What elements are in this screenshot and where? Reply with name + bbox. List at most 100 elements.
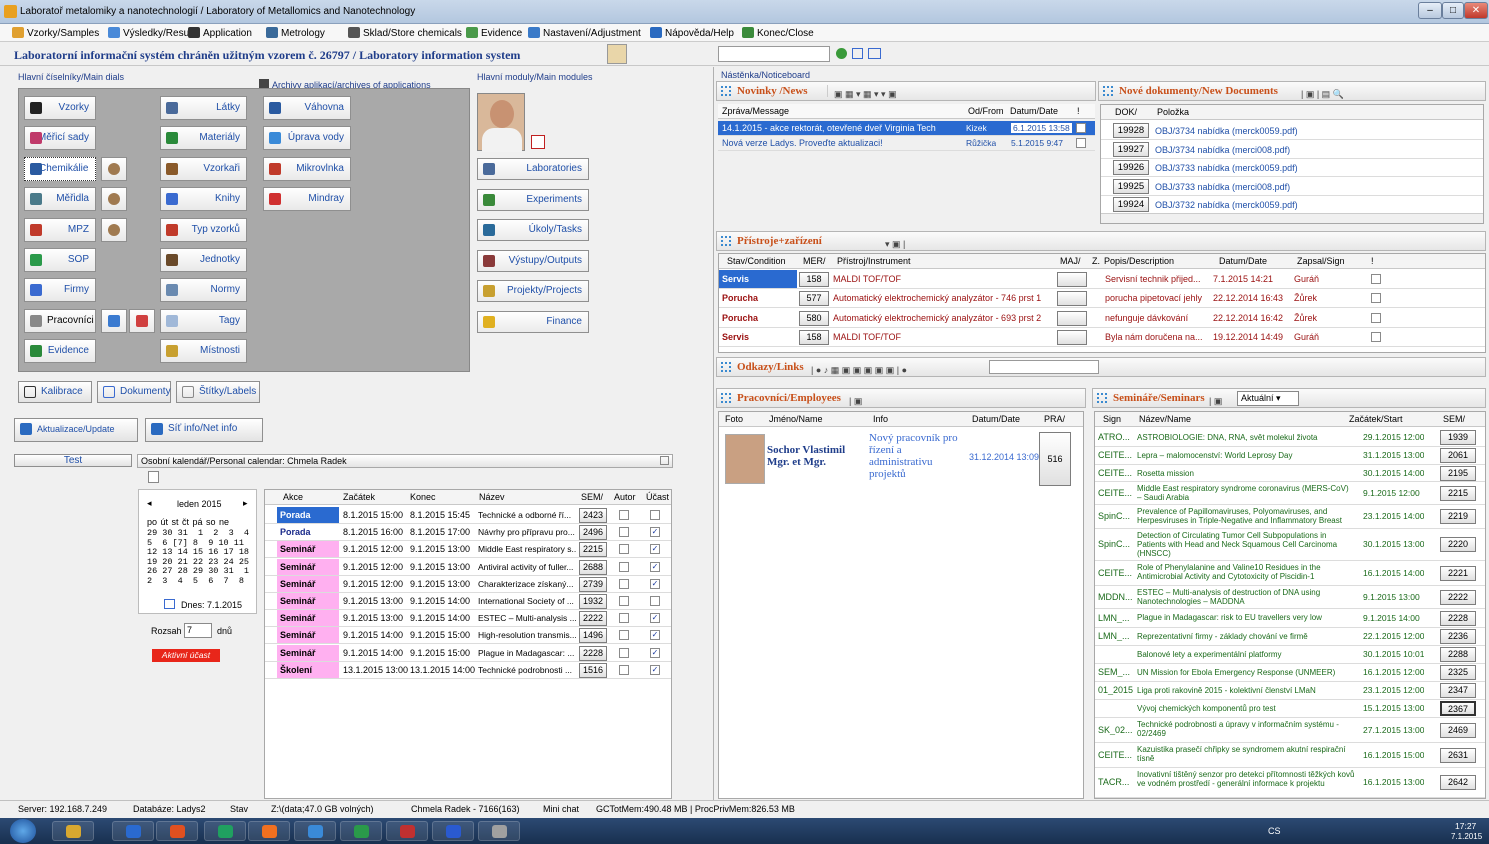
calendar-week-5[interactable]: 2 3 4 5 6 7 8 bbox=[147, 576, 249, 587]
calendar-autor-checkbox[interactable] bbox=[619, 510, 629, 520]
news-grid[interactable]: Zpráva/Message Od/From Datum/Date! 14.1.201… bbox=[718, 104, 1095, 224]
instrument-row[interactable]: Servis 158 MALDI TOF/TOF Byla nám doručena … bbox=[719, 328, 1485, 347]
module-1[interactable]: Experiments bbox=[477, 188, 589, 211]
seminar-row[interactable]: MDDN... ESTEC – Multi-analysis of destruc… bbox=[1095, 586, 1485, 609]
dial-vzorky[interactable]: Vzorky bbox=[24, 96, 96, 120]
instrument-mer-button[interactable]: 158 bbox=[799, 329, 829, 345]
taskbar-app-3[interactable] bbox=[204, 821, 246, 841]
system-logo-icon[interactable] bbox=[607, 44, 627, 64]
seminar-row[interactable]: SpinC... Detection of Circulating Tumor C… bbox=[1095, 529, 1485, 561]
calendar-autor-checkbox[interactable] bbox=[619, 527, 629, 538]
minimize-button[interactable]: – bbox=[1418, 2, 1442, 19]
calendar-row[interactable]: Seminář 9.1.2015 13:00 9.1.2015 14:00 ESTEC… bbox=[265, 610, 671, 628]
seminar-name[interactable]: Reprezentativní firmy - základy chování … bbox=[1137, 632, 1355, 641]
dial-materiály[interactable]: Materiály bbox=[160, 126, 247, 151]
document-row[interactable]: 19927 OBJ/3734 nabídka (merci008.pdf) bbox=[1101, 141, 1483, 159]
status-chat[interactable]: Mini chat bbox=[543, 804, 579, 814]
dial-vzorkaři[interactable]: Vzorkaři bbox=[160, 156, 247, 181]
seminar-sem-button[interactable]: 2631 bbox=[1440, 747, 1476, 763]
menu-item-7[interactable]: Nápověda/Help bbox=[650, 27, 734, 39]
test-button[interactable]: Test bbox=[14, 454, 132, 467]
seminar-row[interactable]: ATRO... ASTROBIOLOGIE: DNA, RNA, svět mol… bbox=[1095, 429, 1485, 447]
calendar-today[interactable]: Dnes: 7.1.2015 bbox=[181, 600, 242, 610]
seminar-row[interactable]: CEITE... Kazuistika prasečí chřipky se sy… bbox=[1095, 743, 1485, 768]
stitky-button[interactable]: Štítky/Labels bbox=[176, 381, 260, 403]
menu-item-4[interactable]: Sklad/Store chemicals bbox=[348, 27, 462, 39]
dial-látky[interactable]: Látky bbox=[160, 96, 247, 120]
taskbar-app-4[interactable] bbox=[248, 821, 290, 841]
calendar-ucast-checkbox[interactable]: ✓ bbox=[650, 613, 660, 624]
seminar-name[interactable]: UN Mission for Ebola Emergency Response … bbox=[1137, 668, 1355, 677]
calendar-row[interactable]: Seminář 9.1.2015 14:00 9.1.2015 15:00 High-… bbox=[265, 627, 671, 645]
menu-item-3[interactable]: Metrology bbox=[266, 27, 325, 39]
menu-item-8[interactable]: Konec/Close bbox=[742, 27, 814, 39]
tray-date[interactable]: 7.1.2015 bbox=[1451, 832, 1482, 841]
instrument-flag-checkbox[interactable] bbox=[1371, 312, 1381, 323]
instrument-maj-button[interactable] bbox=[1057, 272, 1087, 287]
tray-language[interactable]: CS bbox=[1268, 826, 1281, 836]
seminar-name[interactable]: Technické podrobnosti a úpravy v informa… bbox=[1137, 720, 1355, 738]
seminar-name[interactable]: Inovativní tištěný senzor pro detekci př… bbox=[1137, 770, 1355, 788]
calendar-ucast-checkbox[interactable]: ✓ bbox=[650, 664, 660, 675]
instrument-maj-button[interactable] bbox=[1057, 329, 1087, 345]
instrument-flag-checkbox[interactable] bbox=[1371, 331, 1381, 342]
calendar-sem-button[interactable]: 2228 bbox=[579, 645, 607, 661]
calendar-sem-button[interactable]: 2423 bbox=[579, 508, 607, 523]
calendar-sem-button[interactable]: 1496 bbox=[579, 628, 607, 644]
seminar-sem-button[interactable]: 2288 bbox=[1440, 647, 1476, 662]
taskbar-app-9[interactable] bbox=[478, 821, 520, 841]
seminar-name[interactable]: Plague in Madagascar: risk to EU travell… bbox=[1137, 613, 1355, 622]
calendar-row[interactable]: Školení 13.1.2015 13:00 13.1.2015 14:00 Tec… bbox=[265, 661, 671, 679]
calendar-autor-checkbox[interactable] bbox=[619, 578, 629, 589]
dial-místnosti[interactable]: Místnosti bbox=[160, 339, 247, 364]
links-toolbar-icons[interactable]: | ● ♪ ▦ ▣ ▣ ▣ ▣ ▣ | ● bbox=[811, 361, 907, 379]
seminar-sem-button[interactable]: 2228 bbox=[1440, 610, 1476, 626]
seminar-row[interactable]: Balonové lety a experimentální platformy… bbox=[1095, 646, 1485, 664]
document-item[interactable]: OBJ/3734 nabídka (merck0059.pdf) bbox=[1155, 126, 1298, 136]
instrument-maj-button[interactable] bbox=[1057, 291, 1087, 307]
calendar-ucast-checkbox[interactable]: ✓ bbox=[650, 544, 660, 555]
taskbar-app-0[interactable] bbox=[52, 821, 94, 841]
calendar-ucast-checkbox[interactable]: ✓ bbox=[650, 561, 660, 572]
quick-search-input[interactable] bbox=[718, 46, 830, 62]
pracovnici-icon-button[interactable] bbox=[101, 308, 127, 333]
menu-item-0[interactable]: Vzorky/Samples bbox=[12, 27, 99, 39]
maximize-button[interactable]: □ bbox=[1442, 2, 1464, 19]
go-icon[interactable] bbox=[836, 48, 847, 59]
calendar-autor-checkbox[interactable] bbox=[619, 664, 629, 675]
document-id-button[interactable]: 19927 bbox=[1113, 141, 1149, 157]
dial-jednotky[interactable]: Jednotky bbox=[160, 248, 247, 272]
seminar-row[interactable]: LMN_... Reprezentativní firmy - základy c… bbox=[1095, 628, 1485, 646]
dial-firmy[interactable]: Firmy bbox=[24, 278, 96, 303]
taskbar-app-2[interactable] bbox=[156, 821, 198, 841]
seminar-name[interactable]: Vývoj chemických komponentů pro test bbox=[1137, 704, 1355, 713]
menu-item-6[interactable]: Nastavení/Adjustment bbox=[528, 27, 641, 39]
window-icon[interactable] bbox=[852, 48, 863, 59]
seminar-sem-button[interactable]: 2347 bbox=[1440, 683, 1476, 698]
module-5[interactable]: Finance bbox=[477, 311, 589, 333]
instruments-grid[interactable]: Stav/Condition MER/Přístroj/Instrument MAJ… bbox=[718, 253, 1486, 353]
taskbar-app-8[interactable] bbox=[432, 821, 474, 841]
seminar-row[interactable]: TACR... Inovativní tištěný senzor pro det… bbox=[1095, 768, 1485, 798]
seminar-sem-button[interactable]: 2236 bbox=[1440, 629, 1476, 644]
dial-sop[interactable]: SOP bbox=[24, 248, 96, 272]
instrument-mer-button[interactable]: 158 bbox=[799, 272, 829, 287]
dial-normy[interactable]: Normy bbox=[160, 278, 247, 303]
document-row[interactable]: 19928 OBJ/3734 nabídka (merck0059.pdf) bbox=[1101, 122, 1483, 140]
employees-grid[interactable]: Foto Jméno/Name Info Datum/Date PRA/Sochor V… bbox=[718, 411, 1084, 799]
expand-icon[interactable] bbox=[721, 362, 731, 372]
calendar-ucast-checkbox[interactable]: ✓ bbox=[650, 647, 660, 658]
document-row[interactable]: 19924 OBJ/3732 nabídka (merck0059.pdf) bbox=[1101, 196, 1483, 215]
calendar-ucast-checkbox[interactable]: ✓ bbox=[650, 578, 660, 589]
calendar-close-icon[interactable] bbox=[660, 456, 669, 465]
seminar-name[interactable]: Liga proti rakovině 2015 - kolektivní čl… bbox=[1137, 686, 1355, 695]
calendar-autor-checkbox[interactable] bbox=[619, 561, 629, 572]
expand-icon[interactable] bbox=[721, 86, 731, 96]
netinfo-button[interactable]: Síť info/Net info bbox=[145, 418, 263, 442]
archive-1[interactable]: Úprava vody bbox=[263, 126, 351, 151]
seminar-sem-button[interactable]: 2061 bbox=[1440, 448, 1476, 463]
dokumenty-button[interactable]: Dokumenty bbox=[97, 381, 171, 403]
seminar-name[interactable]: ESTEC – Multi-analysis of destruction of… bbox=[1137, 588, 1355, 606]
gear-button-3[interactable] bbox=[101, 187, 127, 212]
dial-měřicí-sady[interactable]: Měřicí sady bbox=[24, 126, 96, 151]
